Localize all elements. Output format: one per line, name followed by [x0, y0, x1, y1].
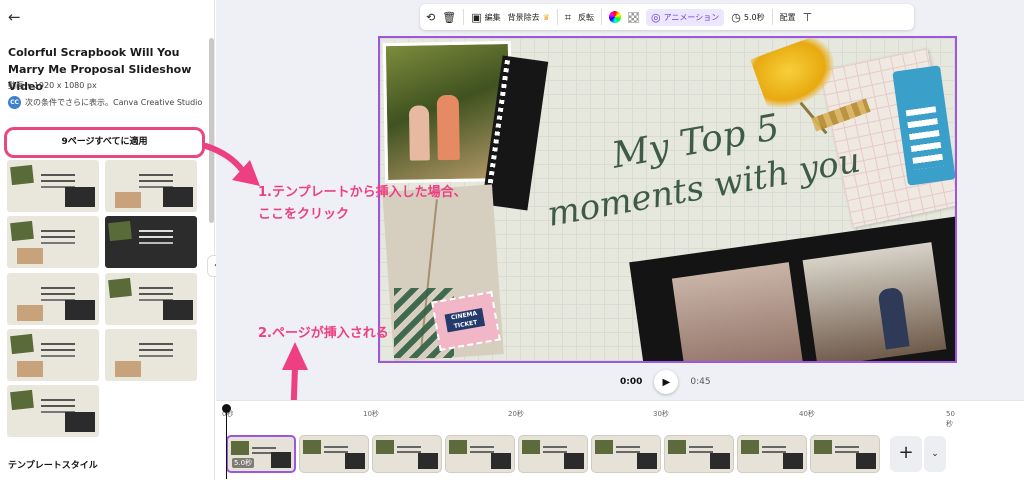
separator [463, 9, 465, 25]
separator [556, 9, 558, 25]
template-thumbnail[interactable] [105, 160, 197, 212]
template-thumbnail[interactable] [7, 160, 99, 212]
edit-image-button[interactable]: ▣ 編集 [471, 12, 500, 23]
replace-icon: ⟲ [426, 10, 436, 24]
tick-label: 50秒 [946, 410, 955, 428]
creator-text: 次の条件でさらに表示。Canva Creative Studio [25, 98, 203, 107]
animation-label: アニメーション [663, 12, 720, 22]
annotation-note-1: 1.テンプレートから挿入した場合、ここをクリック [258, 185, 467, 222]
template-thumbnail[interactable] [105, 329, 197, 381]
add-page-menu-button[interactable]: ⌄ [924, 436, 946, 472]
timeline-ruler: 0秒 10秒 20秒 30秒 40秒 50秒 [216, 405, 1024, 428]
arrow-left-icon: ← [8, 8, 21, 26]
replace-button[interactable]: ⟲ [426, 12, 435, 23]
crown-icon: ♛ [542, 12, 550, 22]
color-button[interactable] [608, 11, 621, 23]
template-thumbnail[interactable] [7, 385, 99, 437]
crop-button[interactable]: ⌗ [565, 12, 571, 23]
tick-label: 10秒 [363, 410, 379, 418]
clip-track: 5.0秒 [226, 435, 886, 473]
tick-label: 40秒 [799, 410, 815, 418]
play-button[interactable]: ▶ [654, 370, 679, 394]
timeline-clip[interactable] [810, 435, 880, 473]
paint-roller-icon: ⊤ [802, 10, 813, 24]
flip-button[interactable]: 反転 [578, 12, 594, 23]
crop-icon: ⌗ [564, 10, 571, 24]
element-toolbar: ⟲ 🗑 ▣ 編集 背景除去 ♛ ⌗ 反転 ◎ アニメーション ◷ 5.0秒 配置… [420, 4, 914, 30]
template-thumbnail[interactable] [7, 216, 99, 268]
color-wheel-icon [608, 11, 621, 23]
tick-label: 30秒 [653, 410, 669, 418]
clock-icon: ◷ [731, 10, 741, 24]
timeline-clip[interactable] [299, 435, 369, 473]
panel-scrollbar[interactable] [209, 38, 214, 223]
chevron-down-icon: ⌄ [931, 449, 939, 459]
timeline-clip[interactable] [445, 435, 515, 473]
delete-button[interactable]: 🗑 [442, 12, 456, 23]
current-time: 0:00 [620, 377, 643, 387]
template-thumbnail[interactable] [7, 329, 99, 381]
flip-label: 反転 [577, 12, 594, 22]
timeline-clip[interactable] [664, 435, 734, 473]
bg-remove-label: 背景除去 [507, 12, 540, 22]
timeline-clip[interactable] [372, 435, 442, 473]
add-page-button[interactable]: + [890, 436, 922, 472]
arrange-button[interactable]: 配置 [780, 12, 796, 23]
edit-label: 編集 [484, 12, 501, 22]
annotation-note-2: 2.ページが挿入される [258, 326, 389, 341]
plus-icon: + [898, 442, 914, 463]
bg-remove-button[interactable]: 背景除去 ♛ [508, 12, 550, 23]
template-thumbnail[interactable] [105, 216, 197, 268]
back-button[interactable]: ← [8, 8, 26, 26]
animation-button[interactable]: ◎ アニメーション [645, 8, 725, 26]
copy-style-button[interactable]: ⊤ [803, 12, 813, 23]
total-time: 0:45 [690, 377, 711, 387]
canva-editor: ← Colorful Scrapbook Will You Marry Me P… [0, 0, 1024, 480]
transparency-button[interactable] [627, 11, 639, 23]
template-meta: 動画 • 1920 x 1080 px [8, 81, 97, 90]
template-panel: ← Colorful Scrapbook Will You Marry Me P… [0, 0, 215, 480]
separator [771, 9, 773, 25]
transparency-icon [627, 11, 639, 23]
timeline-clip[interactable] [518, 435, 588, 473]
annotation-arrow-1 [203, 143, 260, 186]
image-icon: ▣ [471, 10, 482, 24]
apply-all-pages-button[interactable]: 9ページすべてに適用 [4, 127, 205, 158]
arrange-label: 配置 [779, 12, 796, 22]
timeline-clip[interactable] [737, 435, 807, 473]
template-thumbnail[interactable] [105, 273, 197, 325]
playback-controls: 0:00 ▶ 0:45 [620, 370, 711, 394]
creator-row[interactable]: CC 次の条件でさらに表示。Canva Creative Studio [8, 96, 202, 109]
clip-duration: 5.0秒 [232, 458, 255, 468]
timeline-clip[interactable]: 5.0秒 [226, 435, 296, 473]
template-style-heading: テンプレートスタイル [8, 461, 98, 471]
separator [600, 9, 602, 25]
duration-button[interactable]: ◷ 5.0秒 [731, 12, 764, 23]
cinema-ticket[interactable]: CINEMA TICKET [431, 290, 501, 352]
duration-label: 5.0秒 [743, 12, 765, 22]
avatar: CC [8, 96, 21, 109]
trash-icon: 🗑 [442, 10, 457, 24]
ticket-text: CINEMA TICKET [444, 308, 486, 333]
template-thumbnail[interactable] [7, 273, 99, 325]
playhead[interactable] [222, 404, 231, 479]
animation-icon: ◎ [650, 10, 661, 24]
play-icon: ▶ [662, 376, 671, 388]
timeline-clip[interactable] [591, 435, 661, 473]
tick-label: 20秒 [508, 410, 524, 418]
